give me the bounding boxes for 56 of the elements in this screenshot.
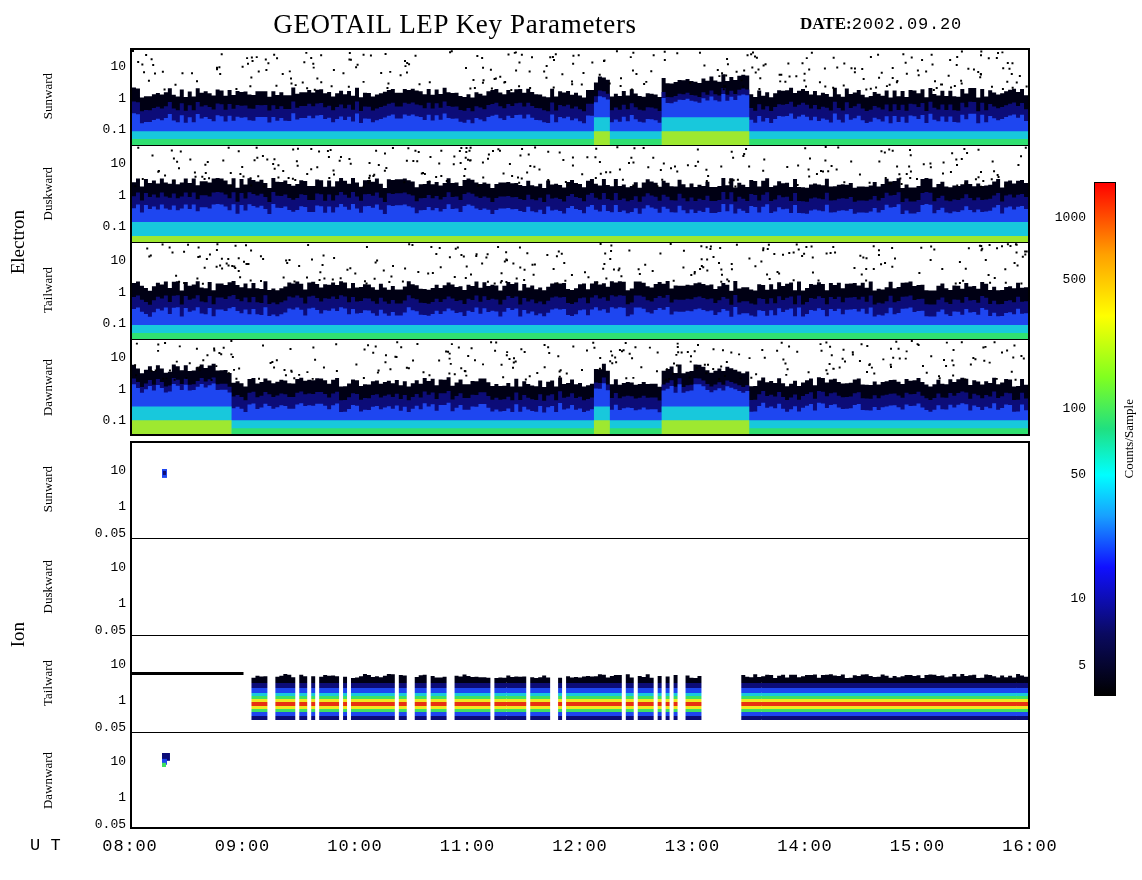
y-tick-label: 10 bbox=[110, 253, 126, 267]
x-tick-label: 14:00 bbox=[777, 837, 833, 855]
y-tick-label: 1 bbox=[118, 596, 126, 610]
x-axis-label: U T bbox=[30, 836, 61, 856]
y-tick-label: 1 bbox=[118, 382, 126, 396]
x-tick-label: 16:00 bbox=[1002, 837, 1058, 855]
x-tick-label: 15:00 bbox=[889, 837, 946, 855]
spectrogram bbox=[161, 752, 170, 768]
panel-label: Dawnward bbox=[39, 358, 57, 416]
spectrogram bbox=[161, 468, 167, 478]
y-tick-label: 10 bbox=[110, 754, 126, 768]
group-label: Electron bbox=[5, 209, 29, 275]
y-tick-label: 10 bbox=[110, 59, 126, 73]
y-tick-label: 1 bbox=[118, 188, 126, 202]
y-tick-label: 0.1 bbox=[102, 413, 126, 426]
y-tick-label: 10 bbox=[110, 350, 126, 364]
y-tick-label: 1 bbox=[118, 693, 126, 707]
colorbar-tick-label: 1000 bbox=[1054, 210, 1086, 224]
y-tick-label: 1 bbox=[118, 499, 126, 513]
y-tick-label: 0.05 bbox=[94, 817, 126, 831]
x-tick-label: 13:00 bbox=[664, 837, 721, 855]
panel-label: Duskward bbox=[39, 166, 57, 221]
x-tick-label: 12:00 bbox=[552, 837, 608, 855]
y-tick-label: 10 bbox=[110, 156, 126, 170]
y-tick-label: 10 bbox=[110, 560, 126, 574]
date-value: 2002.09.20 bbox=[851, 13, 963, 36]
colorbar-tick-label: 100 bbox=[1062, 401, 1086, 415]
y-tick-label: 0.1 bbox=[102, 122, 126, 135]
panel-label: Tailward bbox=[39, 660, 57, 707]
colorbar-tick-label: 500 bbox=[1062, 272, 1086, 286]
panel-label: Sunward bbox=[39, 73, 57, 120]
group-label: Ion bbox=[5, 622, 29, 648]
y-tick-label: 0.1 bbox=[102, 219, 126, 232]
y-tick-label: 1 bbox=[118, 285, 126, 299]
panel-label: Sunward bbox=[39, 466, 57, 513]
y-tick-label: 0.05 bbox=[94, 623, 126, 637]
x-tick-label: 08:00 bbox=[102, 837, 158, 855]
y-tick-label: 0.05 bbox=[94, 720, 126, 734]
panel-label: Dawnward bbox=[39, 751, 57, 809]
panel-label: Tailward bbox=[39, 267, 57, 314]
colorbar-tick-label: 10 bbox=[1070, 591, 1086, 605]
colorbar-tick-label: 50 bbox=[1070, 467, 1086, 481]
date-label: DATE: bbox=[800, 12, 852, 35]
x-tick-label: 11:00 bbox=[439, 837, 496, 855]
x-tick-label: 09:00 bbox=[214, 837, 271, 855]
y-tick-label: 0.05 bbox=[94, 526, 126, 540]
y-tick-label: 1 bbox=[118, 91, 126, 105]
y-tick-label: 1 bbox=[118, 790, 126, 804]
plot-title: GEOTAIL LEP Key Parameters bbox=[273, 7, 637, 41]
x-tick-label: 10:00 bbox=[327, 837, 383, 855]
y-tick-label: 10 bbox=[110, 463, 126, 477]
y-tick-label: 0.1 bbox=[102, 316, 126, 329]
colorbar-label: Counts/Sample bbox=[1120, 398, 1138, 479]
panel-label: Duskward bbox=[39, 559, 57, 614]
colorbar-tick-label: 5 bbox=[1078, 658, 1086, 672]
y-tick-label: 10 bbox=[110, 657, 126, 671]
